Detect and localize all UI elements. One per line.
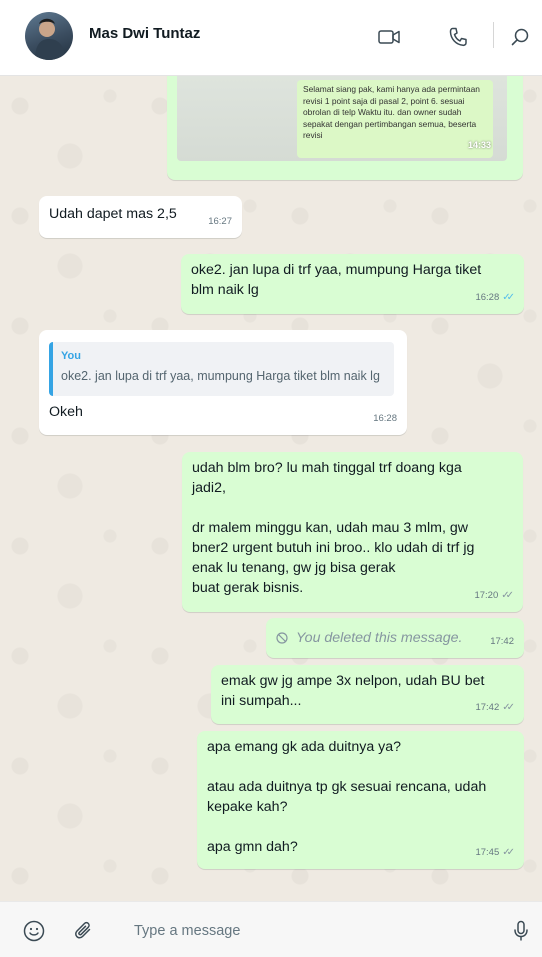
message-time: 17:42	[490, 636, 514, 647]
chat-area[interactable]: 14:32 Selamat siang pak, kami hanya ada …	[0, 76, 542, 901]
attach-button[interactable]	[71, 918, 97, 944]
message-time: 17:42	[475, 702, 500, 713]
message-time: 16:28	[475, 292, 500, 303]
message-meta: 16:28 ✓✓	[475, 288, 514, 308]
message-meta: 17:45 ✓✓	[475, 843, 514, 863]
message-screenshot-image[interactable]: 14:32 Selamat siang pak, kami hanya ada …	[177, 76, 507, 161]
message-meta: 16:27	[208, 212, 232, 232]
message-input[interactable]	[134, 920, 484, 942]
voice-message-button[interactable]	[508, 918, 534, 944]
message-time: 16:27	[208, 216, 232, 227]
message-text: udah blm bro? lu mah tinggal trf doang k…	[192, 460, 475, 596]
microphone-icon	[514, 920, 528, 941]
message-time: 17:45	[475, 847, 500, 858]
message-text: emak gw jg ampe 3x nelpon, udah BU bet i…	[221, 673, 485, 709]
deleted-message[interactable]: You deleted this message. 17:42	[266, 618, 524, 658]
voice-call-button[interactable]	[443, 22, 473, 52]
delivered-receipt-icon: ✓✓	[501, 590, 514, 601]
message-text: Okeh	[49, 404, 83, 420]
message-composer	[0, 901, 542, 957]
message-text: apa emang gk ada duitnya ya? atau ada du…	[207, 739, 487, 855]
message-text: oke2. jan lupa di trf yaa, mumpung Harga…	[191, 262, 482, 298]
voice-call-icon	[449, 27, 467, 47]
search-icon	[511, 28, 529, 46]
delivered-receipt-icon: ✓✓	[502, 702, 515, 713]
embedded-message-text: Selamat siang pak, kami hanya ada permin…	[297, 80, 493, 158]
outgoing-message[interactable]: apa emang gk ada duitnya ya? atau ada du…	[197, 731, 524, 869]
emoji-icon	[23, 920, 45, 942]
outgoing-message[interactable]: emak gw jg ampe 3x nelpon, udah BU bet i…	[211, 665, 524, 724]
message-time: 16:28	[373, 413, 397, 424]
message-meta: 16:28	[373, 409, 397, 429]
incoming-reply-message[interactable]: You oke2. jan lupa di trf yaa, mumpung H…	[39, 330, 407, 435]
message-meta: 17:42	[490, 632, 514, 652]
quote-text: oke2. jan lupa di trf yaa, mumpung Harga…	[61, 369, 380, 383]
message-meta: 17:20 ✓✓	[474, 586, 513, 606]
quote-author: You	[61, 350, 81, 362]
video-call-button[interactable]	[374, 22, 404, 52]
header-divider	[493, 22, 494, 48]
contact-avatar[interactable]	[25, 12, 73, 60]
search-button[interactable]	[505, 22, 535, 52]
deleted-message-body: You deleted this message.	[276, 628, 462, 648]
outgoing-message[interactable]: oke2. jan lupa di trf yaa, mumpung Harga…	[181, 254, 524, 314]
read-receipt-icon: ✓✓	[502, 292, 515, 303]
chat-header: Mas Dwi Tuntaz	[0, 0, 542, 76]
image-timestamp: 14:33	[467, 140, 491, 150]
message-time: 17:20	[474, 590, 499, 601]
contact-name[interactable]: Mas Dwi Tuntaz	[89, 25, 200, 42]
blocked-icon	[276, 632, 288, 644]
image-message[interactable]: 14:32 Selamat siang pak, kami hanya ada …	[167, 76, 523, 180]
video-call-icon	[378, 30, 400, 44]
message-text: Udah dapet mas 2,5	[49, 206, 177, 222]
quoted-message[interactable]: You oke2. jan lupa di trf yaa, mumpung H…	[49, 342, 394, 396]
delivered-receipt-icon: ✓✓	[502, 847, 515, 858]
attach-icon	[75, 921, 91, 939]
deleted-message-text: You deleted this message.	[296, 630, 463, 646]
outgoing-message[interactable]: udah blm bro? lu mah tinggal trf doang k…	[182, 452, 523, 612]
emoji-button[interactable]	[21, 918, 47, 944]
message-meta: 17:42 ✓✓	[475, 698, 514, 718]
incoming-message[interactable]: Udah dapet mas 2,5 16:27	[39, 196, 242, 238]
